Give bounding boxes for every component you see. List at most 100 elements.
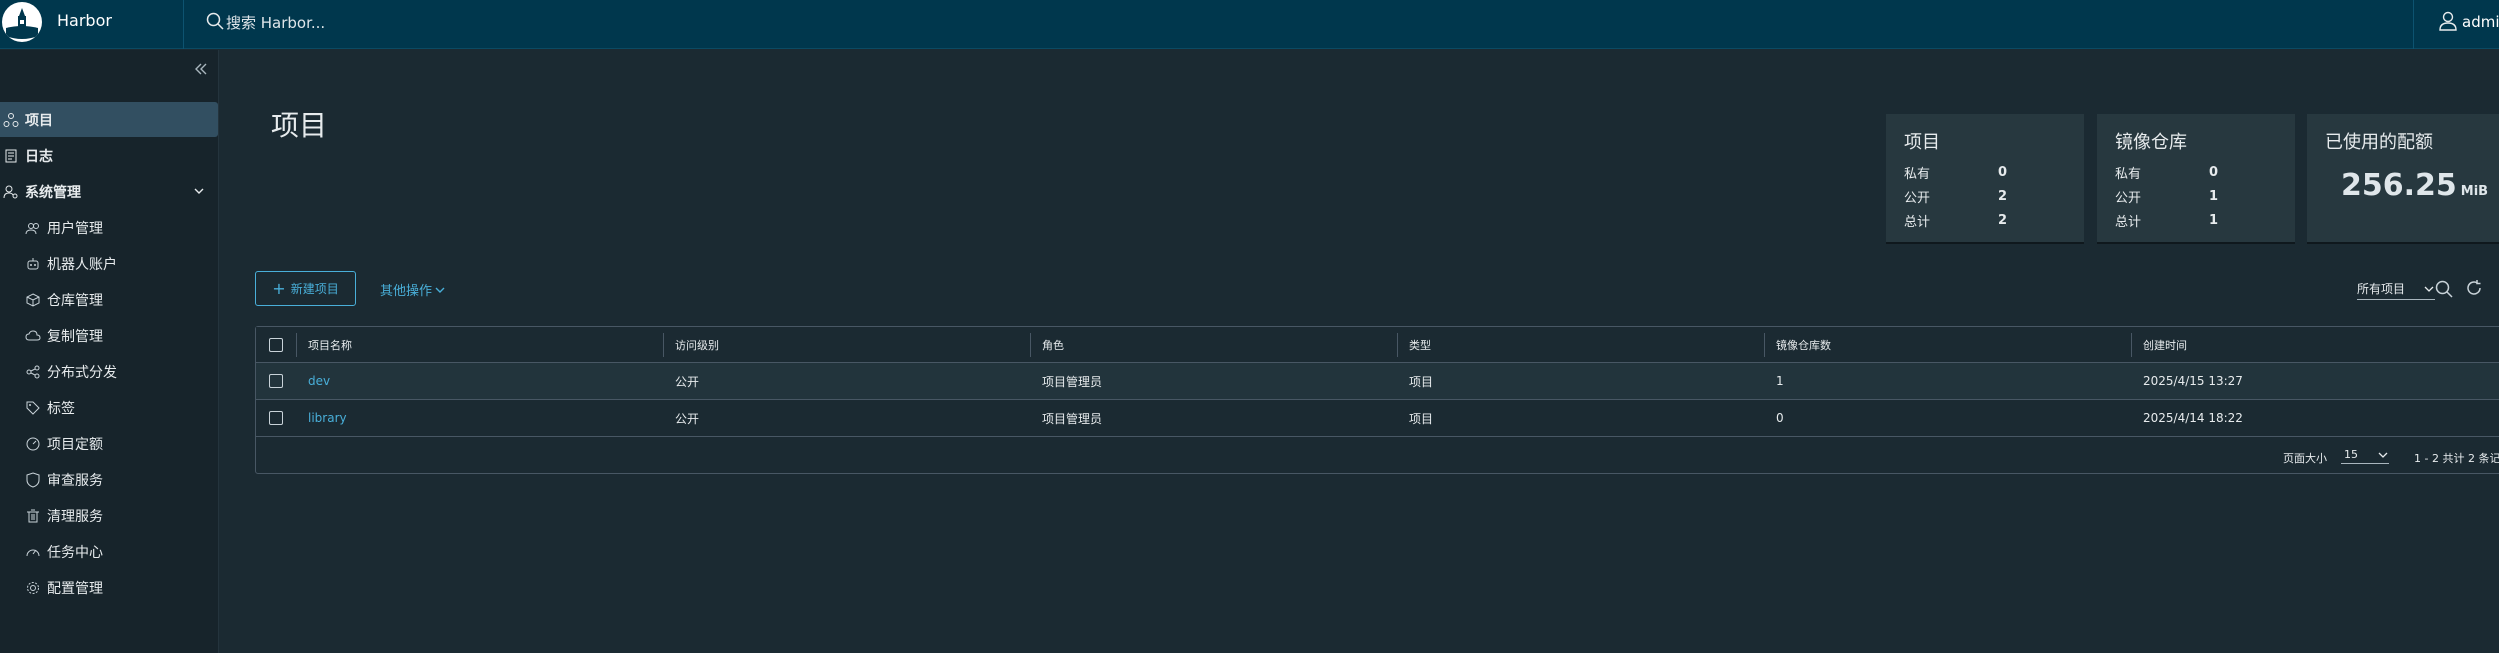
sidebar-item-clean-up[interactable]: 清理服务	[0, 498, 218, 533]
speedometer-icon	[25, 544, 41, 560]
table-cell: 项目管理员	[1042, 411, 1103, 426]
refresh-icon[interactable]	[2465, 279, 2483, 297]
collapse-sidebar-icon[interactable]	[192, 60, 210, 78]
sidebar-item-label: 用户管理	[47, 220, 103, 237]
sidebar-item-logs[interactable]: 日志	[0, 138, 218, 173]
card-row: 总计 2	[1904, 208, 2066, 232]
sidebar-item-replications[interactable]: 复制管理	[0, 318, 218, 353]
brand-name[interactable]: Harbor	[57, 11, 112, 30]
sidebar: 项目 日志 系统管理 用户管理 机器人账户 仓库管理 复制管理 分布式分发 标签…	[0, 50, 219, 653]
plus-icon: +	[272, 279, 286, 298]
card-row-label: 私有	[2115, 166, 2142, 182]
row-checkbox[interactable]	[269, 374, 283, 388]
table-cell: 项目	[1409, 374, 1434, 389]
chevron-down-icon[interactable]	[192, 184, 206, 198]
card-row: 公开 1	[2115, 184, 2277, 208]
project-link[interactable]: dev	[308, 374, 330, 388]
sidebar-item-label: 项目定额	[47, 436, 103, 453]
column-header-label: 镜像仓库数	[1776, 338, 1831, 352]
sidebar-item-interrogation-services[interactable]: 审查服务	[0, 462, 218, 497]
shield-icon	[25, 471, 41, 488]
column-header-type[interactable]: 类型	[1397, 327, 1764, 362]
card-title: 项目	[1904, 132, 1940, 153]
quota-value-wrap: 256.25 MiB	[2341, 168, 2488, 203]
select-all-cell	[256, 327, 296, 362]
sidebar-item-label: 机器人账户	[47, 256, 117, 273]
row-select-cell	[256, 400, 296, 436]
user-icon[interactable]	[2437, 10, 2459, 32]
sidebar-item-job-service[interactable]: 任务中心	[0, 534, 218, 569]
sidebar-item-configuration[interactable]: 配置管理	[0, 570, 218, 605]
sidebar-item-project-quotas[interactable]: 项目定额	[0, 426, 218, 461]
sidebar-item-label: 清理服务	[47, 508, 103, 525]
sidebar-item-users[interactable]: 用户管理	[0, 210, 218, 245]
datagrid-footer: 页面大小 15 1 - 2 共计 2 条记录	[256, 437, 2499, 474]
search-icon[interactable]	[2434, 279, 2454, 299]
card-row-value: 0	[1998, 164, 2008, 180]
other-actions-dropdown[interactable]: 其他操作	[380, 280, 446, 299]
column-header-label: 访问级别	[675, 338, 719, 352]
share-icon	[25, 364, 41, 380]
sidebar-item-label: 配置管理	[47, 580, 103, 597]
table-cell: 2025/4/14 18:22	[2143, 411, 2243, 425]
sidebar-item-label: 标签	[47, 400, 75, 417]
sidebar-item-labels[interactable]: 标签	[0, 390, 218, 425]
sidebar-item-label: 分布式分发	[47, 364, 117, 381]
card-row-label: 总计	[1904, 214, 1931, 230]
column-header-role[interactable]: 角色	[1030, 327, 1397, 362]
card-row: 总计 1	[2115, 208, 2277, 232]
top-header: Harbor admin	[0, 0, 2499, 49]
project-filter-select[interactable]: 所有项目	[2357, 278, 2435, 300]
card-row-label: 私有	[1904, 166, 1931, 182]
sidebar-item-robot-accounts[interactable]: 机器人账户	[0, 246, 218, 281]
column-header-creation-time[interactable]: 创建时间	[2131, 327, 2499, 362]
row-checkbox[interactable]	[269, 411, 283, 425]
table-row: library 公开 项目管理员 项目 0 2025/4/14 18:22	[256, 400, 2499, 437]
card-row: 私有 0	[2115, 160, 2277, 184]
card-row-value: 2	[1998, 188, 2008, 204]
cloud-replication-icon	[25, 328, 41, 344]
sidebar-item-label: 任务中心	[47, 544, 103, 561]
sidebar-item-projects[interactable]: 项目	[0, 102, 218, 137]
projects-summary-card: 项目 私有 0 公开 2 总计 2	[1886, 114, 2084, 242]
card-row: 私有 0	[1904, 160, 2066, 184]
new-project-button[interactable]: + 新建项目	[255, 271, 356, 306]
sidebar-item-label: 仓库管理	[47, 292, 103, 309]
card-row-label: 公开	[2115, 190, 2142, 206]
chevron-down-icon	[435, 287, 445, 293]
global-search-input[interactable]	[226, 12, 526, 34]
sidebar-item-distributions[interactable]: 分布式分发	[0, 354, 218, 389]
table-row: dev 公开 项目管理员 项目 1 2025/4/15 13:27	[256, 363, 2499, 400]
table-header-row: 项目名称 访问级别 角色 类型 镜像仓库数 创建时间	[256, 327, 2499, 363]
harbor-logo-icon[interactable]	[2, 2, 42, 42]
admin-icon	[3, 184, 19, 200]
table-cell: library	[296, 400, 347, 436]
column-header-project-name[interactable]: 项目名称	[296, 327, 663, 362]
sidebar-item-label: 复制管理	[47, 328, 103, 345]
trash-icon	[25, 508, 41, 524]
card-row-value: 2	[1998, 212, 2008, 228]
column-header-repo-count[interactable]: 镜像仓库数	[1764, 327, 2131, 362]
sidebar-item-label: 系统管理	[25, 184, 81, 201]
page-title: 项目	[271, 109, 328, 142]
projects-icon	[3, 112, 19, 128]
header-divider-right	[2413, 0, 2414, 49]
table-cell: 1	[1776, 374, 1784, 388]
select-all-checkbox[interactable]	[269, 337, 283, 352]
card-row-value: 0	[2209, 164, 2219, 180]
page-size-select[interactable]: 15	[2341, 446, 2389, 464]
quota-summary-card: 已使用的配额 256.25 MiB	[2307, 114, 2499, 242]
page-size-label: 页面大小	[2283, 452, 2327, 465]
repositories-summary-card: 镜像仓库 私有 0 公开 1 总计 1	[2097, 114, 2295, 242]
page-size-value: 15	[2344, 448, 2358, 461]
search-icon	[206, 12, 224, 30]
quota-dashboard-icon	[25, 436, 41, 452]
sidebar-item-registries[interactable]: 仓库管理	[0, 282, 218, 317]
users-icon	[25, 220, 41, 236]
user-menu[interactable]: admin	[2462, 13, 2499, 31]
sidebar-item-system-admin[interactable]: 系统管理	[0, 174, 218, 209]
column-header-access-level[interactable]: 访问级别	[663, 327, 1030, 362]
quota-unit: MiB	[2460, 184, 2489, 199]
logs-icon	[3, 148, 19, 164]
project-link[interactable]: library	[308, 411, 347, 425]
